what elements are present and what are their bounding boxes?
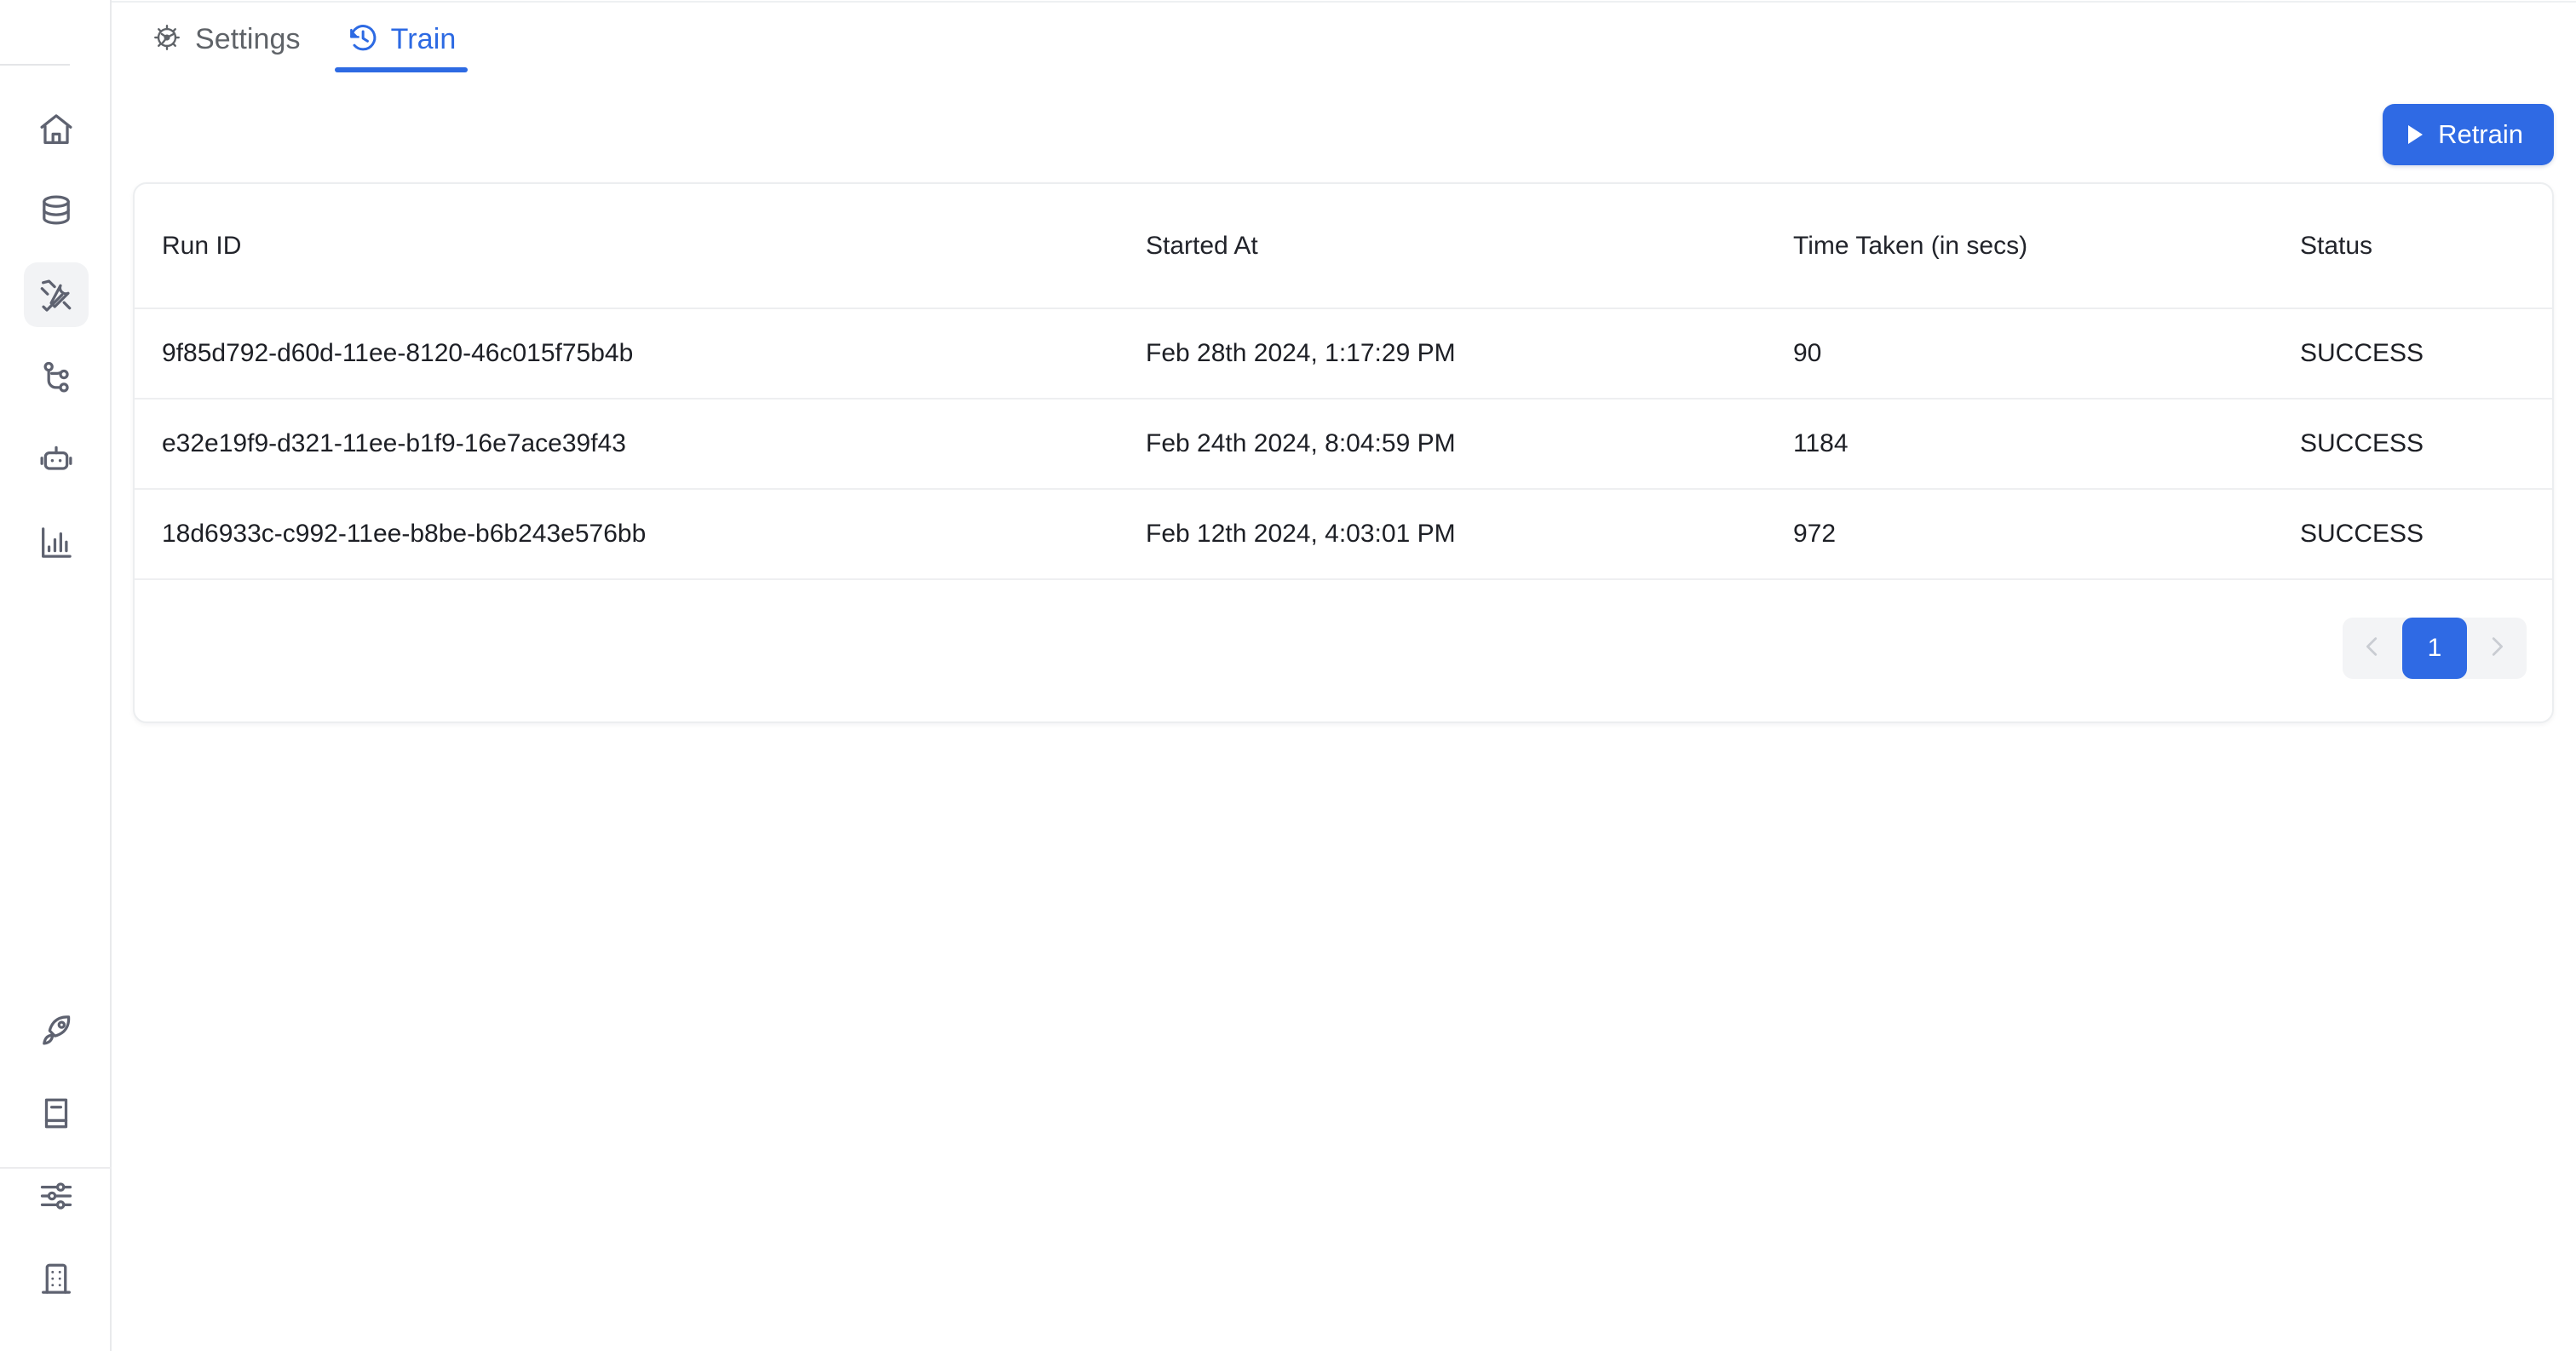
status-badge: SUCCESS <box>2273 308 2552 400</box>
cell-started-at: Feb 12th 2024, 4:03:01 PM <box>1118 489 1766 580</box>
book-icon <box>37 1094 76 1133</box>
sidebar-item-home[interactable] <box>24 97 89 162</box>
sidebar-item-deploy[interactable] <box>24 998 89 1063</box>
play-icon <box>2408 125 2424 144</box>
cell-started-at: Feb 24th 2024, 8:04:59 PM <box>1118 399 1766 490</box>
home-icon <box>37 110 76 149</box>
tab-bar: Settings Train <box>132 0 474 79</box>
gear-icon <box>151 21 183 58</box>
database-icon <box>37 193 76 232</box>
retrain-button-label: Retrain <box>2438 119 2523 149</box>
cell-started-at: Feb 28th 2024, 1:17:29 PM <box>1118 308 1766 400</box>
sidebar-primary-nav <box>0 97 112 575</box>
cell-time-taken: 972 <box>1766 489 2273 580</box>
sidebar-secondary-nav <box>0 998 112 1311</box>
pagination-next-button[interactable] <box>2467 618 2527 679</box>
topbar-divider <box>112 1 2576 3</box>
column-header-run-id[interactable]: Run ID <box>135 184 1118 309</box>
sidebar <box>0 0 112 1351</box>
main-content: Settings Train Retrain Run ID Started At… <box>112 0 2576 1351</box>
table-header-row: Run ID Started At Time Taken (in secs) S… <box>135 184 2552 309</box>
cell-time-taken: 1184 <box>1766 399 2273 490</box>
retrain-button[interactable]: Retrain <box>2383 104 2554 165</box>
tab-active-indicator <box>334 67 469 72</box>
sidebar-item-pipelines[interactable] <box>24 345 89 410</box>
sidebar-item-settings[interactable] <box>24 1164 89 1228</box>
bar-chart-icon <box>37 523 76 562</box>
chevron-right-icon <box>2484 634 2510 662</box>
sidebar-item-agents[interactable] <box>24 428 89 492</box>
train-runs-card: Run ID Started At Time Taken (in secs) S… <box>133 182 2554 723</box>
git-branch-icon <box>37 358 76 397</box>
sidebar-item-analytics[interactable] <box>24 510 89 575</box>
robot-icon <box>37 440 76 480</box>
chevron-left-icon <box>2360 634 2385 662</box>
table-row[interactable]: 9f85d792-d60d-11ee-8120-46c015f75b4b Feb… <box>135 308 2552 400</box>
status-badge: SUCCESS <box>2273 489 2552 580</box>
tab-settings-label: Settings <box>195 23 301 55</box>
history-icon <box>347 21 379 58</box>
status-badge: SUCCESS <box>2273 399 2552 490</box>
column-header-time-taken[interactable]: Time Taken (in secs) <box>1766 184 2273 309</box>
tab-train[interactable]: Train <box>328 0 475 79</box>
cell-run-id: 9f85d792-d60d-11ee-8120-46c015f75b4b <box>135 308 1118 400</box>
pagination-prev-button[interactable] <box>2343 618 2402 679</box>
sidebar-item-docs[interactable] <box>24 1081 89 1146</box>
pagination: 1 <box>2343 617 2527 679</box>
pagination-row: 1 <box>135 574 2552 721</box>
cell-time-taken: 90 <box>1766 308 2273 400</box>
building-icon <box>37 1259 76 1298</box>
sidebar-item-tools[interactable] <box>23 262 89 327</box>
tab-settings[interactable]: Settings <box>132 0 319 79</box>
column-header-status[interactable]: Status <box>2273 184 2552 309</box>
tab-train-label: Train <box>390 23 457 55</box>
sliders-icon <box>37 1176 76 1216</box>
sidebar-top-divider <box>0 64 70 66</box>
sidebar-item-organization[interactable] <box>24 1246 89 1311</box>
rocket-icon <box>37 1011 76 1050</box>
table-header: Run ID Started At Time Taken (in secs) S… <box>135 184 2552 309</box>
train-runs-table: Run ID Started At Time Taken (in secs) S… <box>135 184 2552 580</box>
tools-icon <box>37 275 76 314</box>
cell-run-id: e32e19f9-d321-11ee-b1f9-16e7ace39f43 <box>135 399 1118 490</box>
table-row[interactable]: e32e19f9-d321-11ee-b1f9-16e7ace39f43 Feb… <box>135 399 2552 490</box>
column-header-started-at[interactable]: Started At <box>1118 184 1766 309</box>
cell-run-id: 18d6933c-c992-11ee-b8be-b6b243e576bb <box>135 489 1118 580</box>
table-row[interactable]: 18d6933c-c992-11ee-b8be-b6b243e576bb Feb… <box>135 489 2552 580</box>
pagination-page-1[interactable]: 1 <box>2402 617 2467 679</box>
app-root: Settings Train Retrain Run ID Started At… <box>0 0 2576 1351</box>
sidebar-item-datasets[interactable] <box>24 180 89 244</box>
table-body: 9f85d792-d60d-11ee-8120-46c015f75b4b Feb… <box>135 308 2552 580</box>
